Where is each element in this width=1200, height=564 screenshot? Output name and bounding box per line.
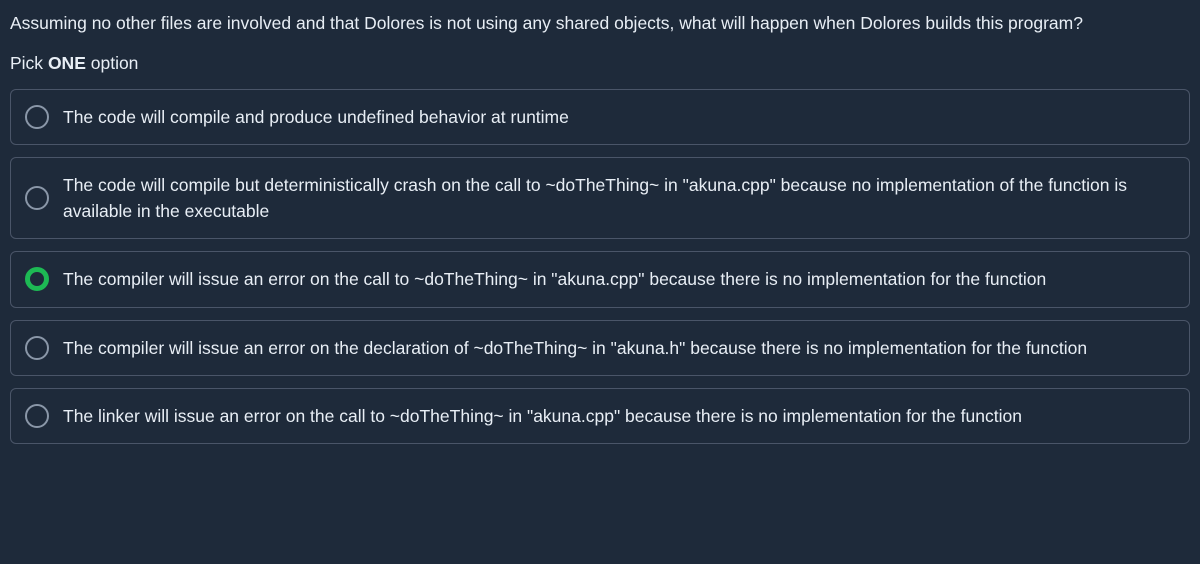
option-2[interactable]: The compiler will issue an error on the …	[10, 251, 1190, 307]
options-list: The code will compile and produce undefi…	[6, 89, 1194, 445]
option-label: The compiler will issue an error on the …	[63, 335, 1175, 361]
question-text: Assuming no other files are involved and…	[6, 8, 1194, 46]
option-3[interactable]: The compiler will issue an error on the …	[10, 320, 1190, 376]
option-1[interactable]: The code will compile but deterministica…	[10, 157, 1190, 240]
option-label: The code will compile and produce undefi…	[63, 104, 1175, 130]
option-label: The code will compile but deterministica…	[63, 172, 1175, 225]
radio-icon	[25, 267, 49, 291]
instruction-text: Pick ONE option	[6, 46, 1194, 88]
radio-icon	[25, 336, 49, 360]
option-0[interactable]: The code will compile and produce undefi…	[10, 89, 1190, 145]
radio-icon	[25, 404, 49, 428]
radio-icon	[25, 105, 49, 129]
option-4[interactable]: The linker will issue an error on the ca…	[10, 388, 1190, 444]
radio-icon	[25, 186, 49, 210]
instruction-suffix: option	[86, 53, 139, 73]
option-label: The compiler will issue an error on the …	[63, 266, 1175, 292]
instruction-prefix: Pick	[10, 53, 48, 73]
instruction-bold: ONE	[48, 53, 86, 73]
option-label: The linker will issue an error on the ca…	[63, 403, 1175, 429]
